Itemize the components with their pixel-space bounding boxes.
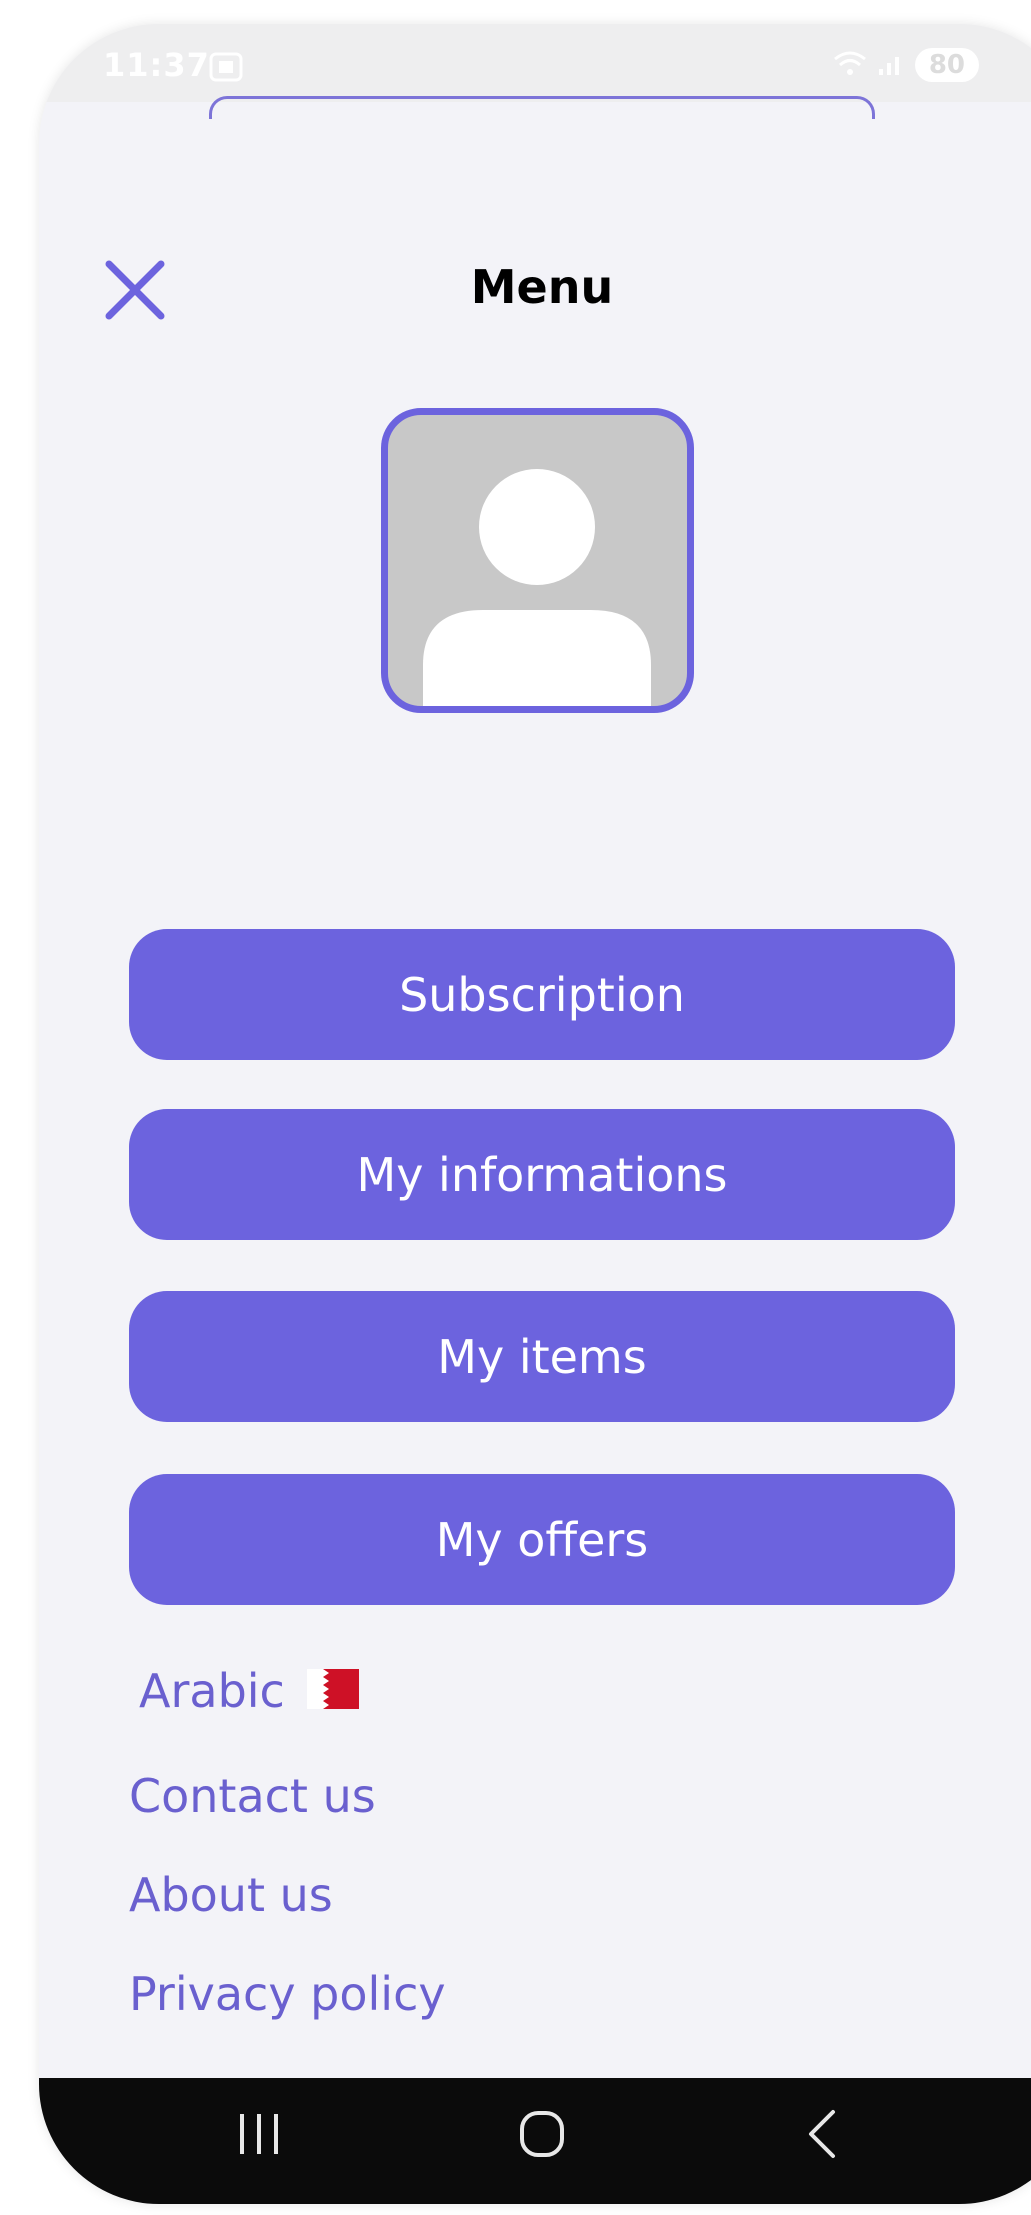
my-informations-button[interactable]: My informations [129,1109,955,1240]
user-placeholder-icon [423,469,651,706]
about-us-link[interactable]: About us [129,1868,333,1922]
language-label: Arabic [139,1664,285,1718]
privacy-policy-link[interactable]: Privacy policy [129,1967,446,2021]
home-icon[interactable] [517,2106,567,2166]
language-switch[interactable]: Arabic [139,1664,359,1718]
wifi-icon [833,49,867,81]
bahrain-flag-icon [306,1669,359,1713]
recent-apps-icon[interactable] [234,2106,284,2166]
contact-us-link[interactable]: Contact us [129,1769,376,1823]
system-navigation-bar [39,2078,1031,2204]
page-title: Menu [470,260,614,314]
avatar[interactable] [381,408,694,713]
my-items-button[interactable]: My items [129,1291,955,1422]
subscription-button[interactable]: Subscription [129,929,955,1060]
my-offers-button[interactable]: My offers [129,1474,955,1605]
status-icons: 80 [833,48,979,82]
battery-indicator: 80 [914,48,979,82]
phone-screen: 11:37 80 Menu Subscription My informatio… [39,24,1031,2204]
signal-icon [877,49,905,81]
status-bar: 11:37 80 [39,24,1031,102]
status-time: 11:37 [103,46,210,84]
background-content-edge [209,96,875,119]
back-icon[interactable] [799,2106,849,2166]
screenshot-icon [209,52,243,86]
